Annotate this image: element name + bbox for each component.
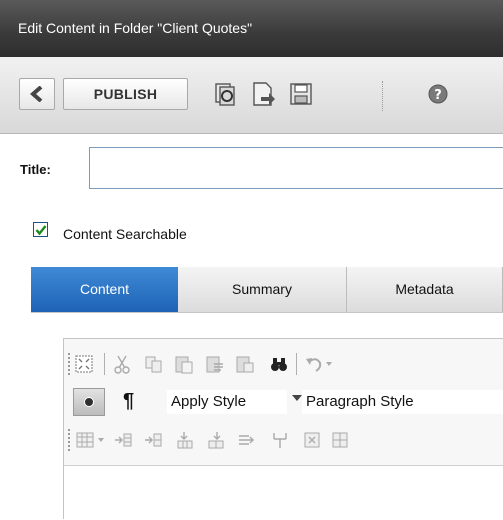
paste-word-icon[interactable] — [235, 354, 255, 374]
cut-icon[interactable] — [112, 354, 132, 374]
tab-content[interactable]: Content — [31, 267, 178, 312]
toolbar-grip — [68, 429, 70, 451]
title-input[interactable] — [89, 147, 503, 189]
design-mode-toggle[interactable] — [73, 388, 105, 416]
back-button[interactable] — [19, 78, 55, 110]
paste-icon[interactable] — [174, 354, 194, 374]
undo-icon[interactable] — [304, 354, 324, 374]
toolbar-grip — [68, 353, 70, 375]
checkin-icon[interactable] — [212, 81, 238, 107]
rich-text-editor: ¶ Apply Style Paragraph Style — [63, 338, 503, 520]
apply-style-dropdown-arrow[interactable] — [292, 395, 302, 401]
table-dropdown-arrow[interactable] — [98, 438, 104, 442]
undo-dropdown-arrow[interactable] — [326, 362, 332, 366]
insert-column-left-icon[interactable] — [175, 430, 195, 450]
find-icon[interactable] — [269, 354, 289, 374]
fullscreen-icon[interactable] — [74, 354, 94, 374]
tab-summary[interactable]: Summary — [178, 267, 347, 312]
content-searchable-label: Content Searchable — [63, 226, 187, 242]
table-icon[interactable] — [75, 430, 95, 450]
save-icon[interactable] — [288, 81, 314, 107]
editor-content-area[interactable] — [64, 465, 503, 520]
editor-separator — [104, 353, 105, 375]
tab-metadata[interactable]: Metadata — [347, 267, 503, 312]
editor-toolbar-row-3 — [64, 421, 503, 459]
main-toolbar: PUBLISH ? — [0, 57, 503, 134]
paste-text-icon[interactable] — [205, 354, 225, 374]
split-cell-icon[interactable] — [270, 430, 290, 450]
copy-icon[interactable] — [144, 354, 164, 374]
editor-separator — [296, 353, 297, 375]
radio-dot-icon — [84, 397, 94, 407]
paragraph-style-select[interactable]: Paragraph Style — [302, 390, 503, 414]
svg-text:?: ? — [434, 88, 442, 103]
apply-style-select[interactable]: Apply Style — [167, 390, 287, 414]
help-icon[interactable]: ? — [425, 81, 451, 107]
title-label: Title: — [20, 162, 51, 177]
window-title: Edit Content in Folder "Client Quotes" — [18, 20, 253, 36]
insert-row-above-icon[interactable] — [113, 430, 133, 450]
cell-props-icon[interactable] — [330, 430, 350, 450]
publish-button[interactable]: PUBLISH — [63, 78, 188, 110]
tab-divider — [31, 312, 503, 313]
merge-cells-icon[interactable] — [237, 430, 257, 450]
checkmark-icon — [35, 225, 47, 236]
editor-toolbar-row-2: ¶ Apply Style Paragraph Style — [64, 383, 503, 421]
editor-toolbar-row-1 — [64, 345, 503, 383]
delete-cell-icon[interactable] — [302, 430, 322, 450]
insert-column-right-icon[interactable] — [206, 430, 226, 450]
insert-row-below-icon[interactable] — [143, 430, 163, 450]
toolbar-separator — [382, 81, 383, 111]
window-titlebar: Edit Content in Folder "Client Quotes" — [0, 0, 503, 57]
content-searchable-checkbox[interactable] — [33, 222, 48, 237]
paragraph-marks-button[interactable]: ¶ — [123, 390, 134, 413]
chevron-left-icon — [30, 86, 43, 102]
preview-icon[interactable] — [250, 81, 276, 107]
